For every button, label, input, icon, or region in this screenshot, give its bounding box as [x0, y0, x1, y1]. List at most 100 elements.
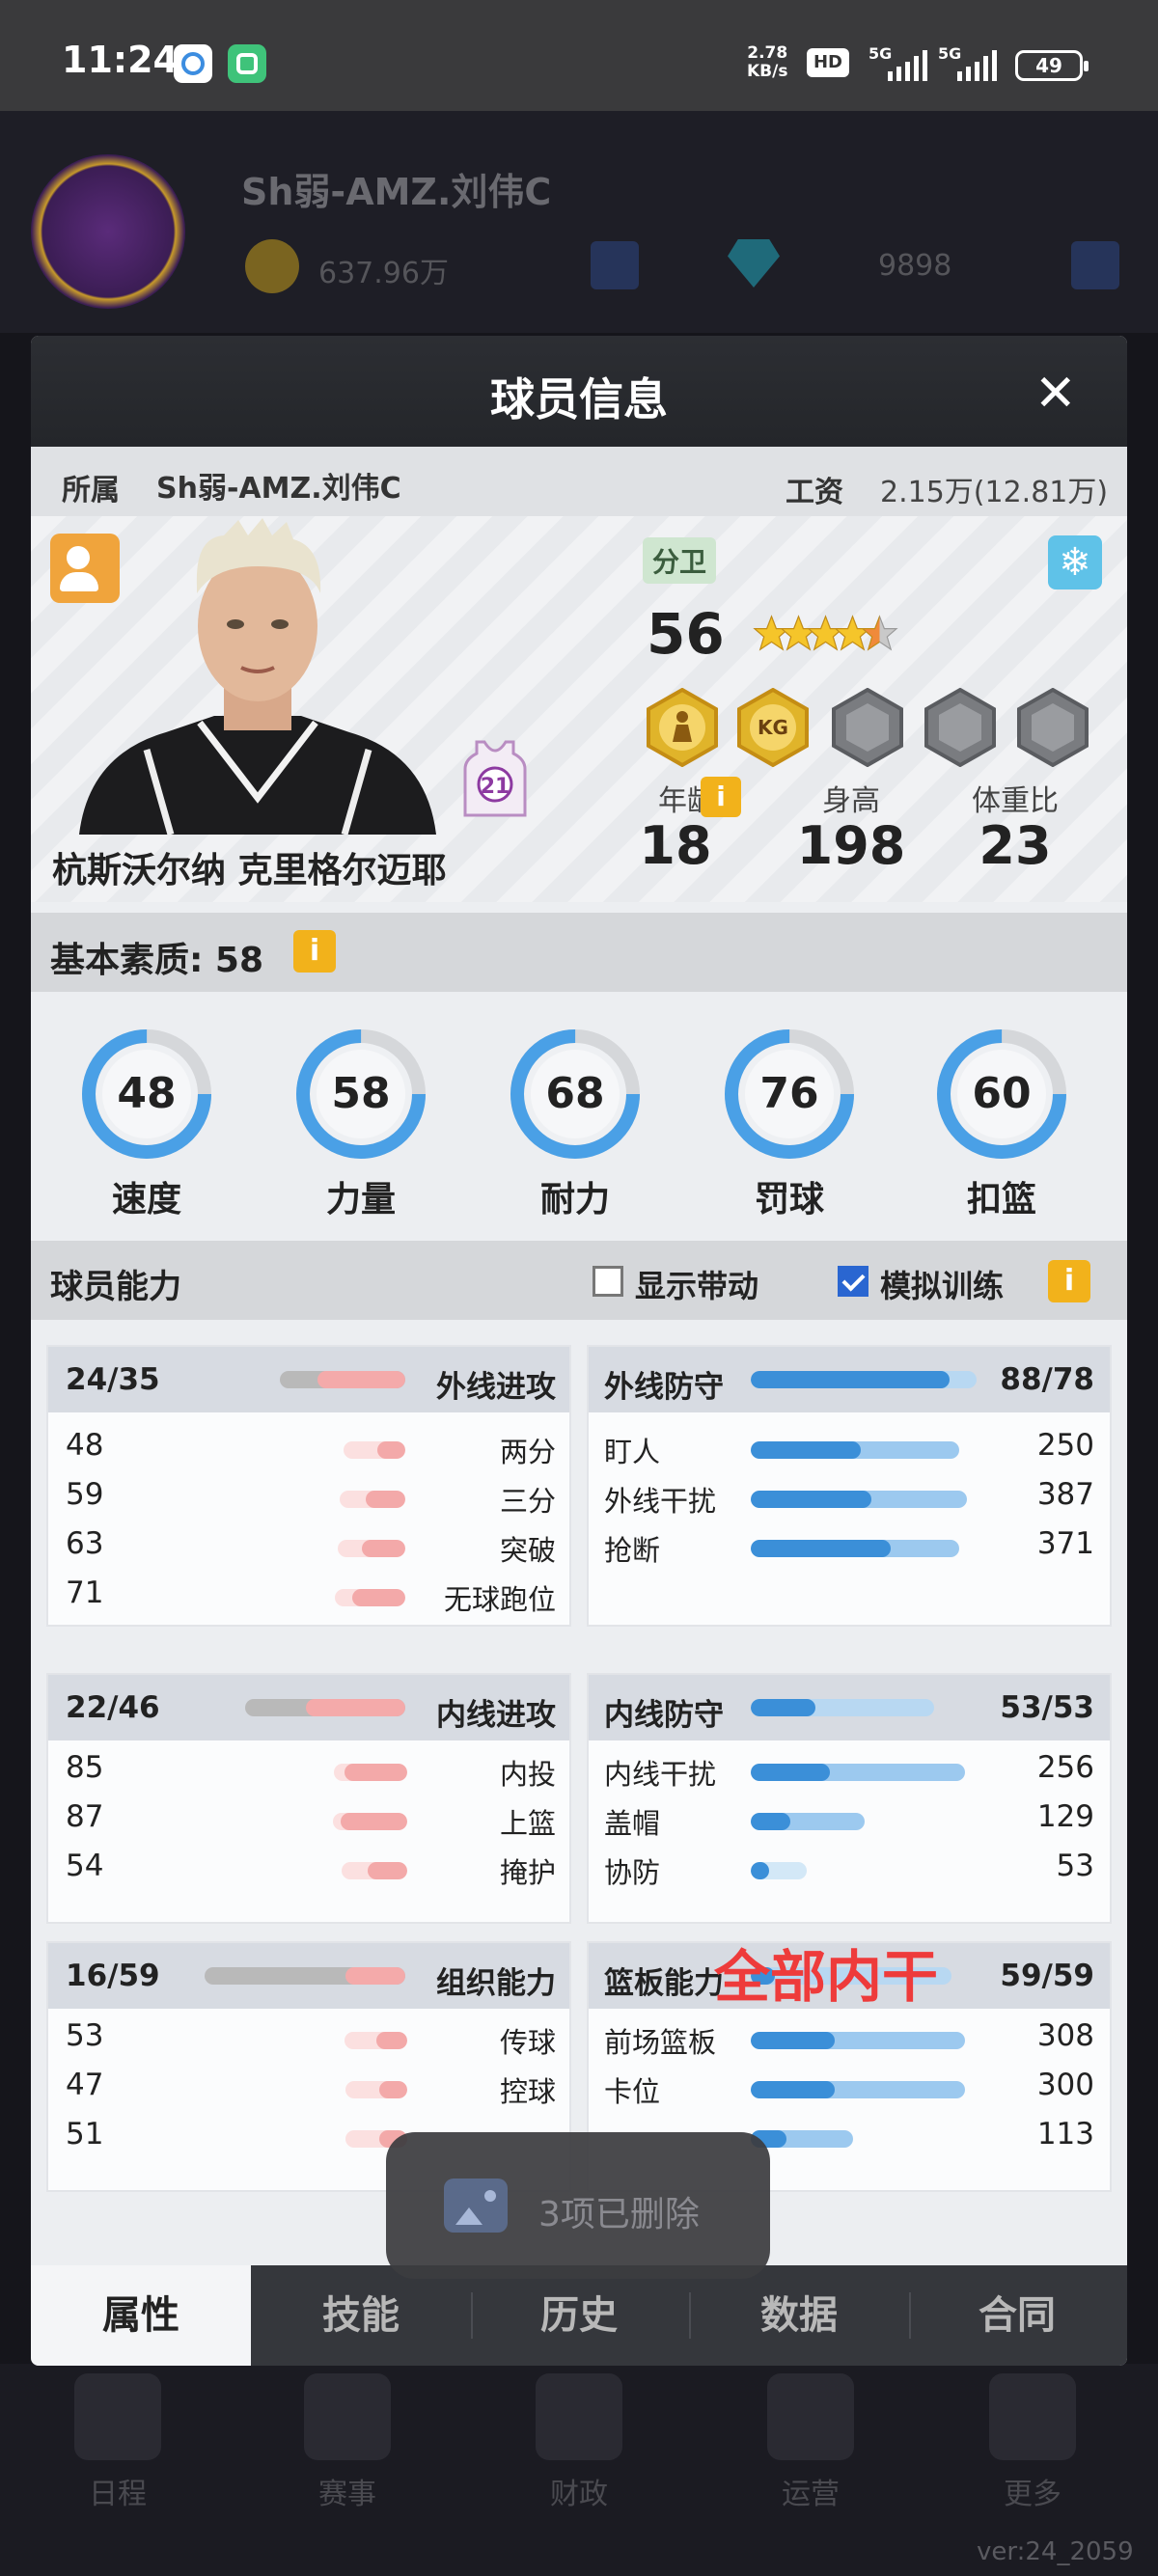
stat-ring: 48	[82, 1029, 211, 1159]
add-coin-button	[591, 241, 639, 289]
position-badge: 分卫	[643, 537, 717, 584]
ability-card: 88/78 外线防守 250 盯人 387 外线干扰 371 抢断	[587, 1345, 1112, 1627]
empty-badge-icon	[924, 688, 996, 767]
stat-value: 48	[117, 1069, 176, 1118]
ability-card-header: 53/53 内线防守	[589, 1675, 1110, 1740]
signal-icon: 5G	[938, 44, 1004, 81]
star-rating	[753, 615, 898, 651]
sim-training-checkbox[interactable]	[838, 1266, 868, 1297]
stat-ring: 58	[296, 1029, 426, 1159]
ability-row-bar	[751, 1441, 959, 1459]
signal-icon: 5G	[868, 44, 934, 81]
stat-label: 扣篮	[966, 1180, 1036, 1219]
team-salary-row: 所属 Sh弱-AMZ.刘伟C 工资 2.15万(12.81万)	[31, 447, 1127, 516]
age-value: 18	[639, 815, 712, 876]
stat-label: 速度	[111, 1180, 181, 1219]
stat-label: 罚球	[754, 1180, 824, 1219]
ability-row-value: 54	[66, 1849, 104, 1883]
toast: 3项已删除	[386, 2132, 770, 2279]
ability-row-label: 外线干扰	[604, 1485, 717, 1518]
ability-row-bar	[751, 2130, 853, 2148]
show-drive-label[interactable]: 显示带动	[635, 1262, 758, 1306]
trophy-icon	[304, 2373, 391, 2460]
ability-row-value: 371	[1036, 1526, 1094, 1561]
ability-row-bar	[340, 1491, 405, 1508]
ability-row-bar	[751, 1813, 865, 1830]
ability-row-value: 53	[1056, 1849, 1094, 1883]
add-gem-button	[1071, 241, 1119, 289]
info-icon[interactable]: i	[293, 930, 336, 973]
status-time: 11:24	[62, 39, 179, 81]
message-app-icon	[174, 44, 212, 83]
tab-attributes[interactable]: 属性	[31, 2265, 251, 2366]
annotation-text: 全部内干	[714, 1944, 939, 2010]
player-info-dialog: 球员信息 ✕ 所属 Sh弱-AMZ.刘伟C 工资 2.15万(12.81万) 2…	[31, 336, 1127, 2366]
dialog-header: 球员信息 ✕	[31, 336, 1127, 447]
ability-label: 球员能力	[50, 1268, 181, 1306]
star-icon	[834, 615, 871, 651]
battery-icon: 49	[1015, 50, 1089, 81]
star-icon	[780, 615, 817, 651]
tab-contract[interactable]: 合同	[907, 2265, 1127, 2366]
ability-row-bar	[751, 1764, 965, 1781]
ability-row-value: 300	[1036, 2068, 1094, 2102]
calendar-icon	[74, 2373, 161, 2460]
ability-score: 22/46	[66, 1690, 160, 1725]
svg-text:KG: KG	[758, 716, 788, 739]
weight-value: 23	[979, 815, 1052, 876]
stat-value: 60	[972, 1069, 1031, 1118]
show-drive-checkbox[interactable]	[593, 1266, 623, 1297]
ability-row-bar	[338, 1540, 405, 1557]
version-label: ver:24_2059	[977, 2537, 1134, 2566]
coin-icon	[245, 239, 299, 293]
info-icon[interactable]: i	[701, 777, 741, 817]
ability-row-label: 盯人	[604, 1436, 661, 1468]
ability-score: 88/78	[1000, 1362, 1094, 1397]
ability-row-value: 308	[1036, 2018, 1094, 2053]
nav-finance: 财政	[521, 2373, 637, 2512]
finance-icon	[536, 2373, 622, 2460]
player-name: 杭斯沃尔纳 克里格尔迈耶	[52, 851, 447, 891]
ability-row-label: 三分	[499, 1485, 556, 1518]
nav-events: 赛事	[290, 2373, 405, 2512]
close-icon[interactable]: ✕	[1034, 365, 1077, 423]
star-icon	[861, 615, 898, 651]
ability-title: 组织能力	[436, 1966, 556, 2001]
player-badge-icon	[647, 688, 718, 767]
ability-row-label: 内投	[499, 1758, 556, 1791]
ability-row-label: 盖帽	[604, 1807, 661, 1840]
ability-card: 22/46 内线进攻 85 内投 87 上篮 54 掩护	[46, 1673, 571, 1924]
ability-title: 篮板能力	[604, 1966, 724, 2001]
ability-row-value: 85	[66, 1750, 104, 1785]
ability-row-value: 71	[66, 1576, 104, 1610]
ability-row-bar	[342, 1862, 407, 1879]
ability-row-label: 抢断	[604, 1534, 661, 1567]
ability-card-header: 16/59 组织能力	[48, 1943, 569, 2009]
jersey-icon: 21	[463, 740, 527, 817]
ability-score: 24/35	[66, 1362, 160, 1397]
hd-voice-icon: HD	[807, 48, 849, 77]
weight-label: 体重比	[972, 784, 1059, 818]
tab-skills[interactable]: 技能	[251, 2265, 471, 2366]
ability-title: 内线防守	[604, 1698, 724, 1733]
stat-value: 68	[545, 1069, 604, 1118]
snowflake-icon[interactable]: ❄	[1048, 535, 1102, 589]
ability-row-value: 59	[66, 1477, 104, 1512]
height-value: 198	[796, 815, 906, 876]
alarm-app-icon	[228, 44, 266, 83]
ability-row-label: 控球	[499, 2075, 556, 2108]
stat-ring: 68	[510, 1029, 640, 1159]
status-bar: 11:24 2.78 KB/s HD 5G 5G 49	[0, 0, 1158, 111]
tab-data[interactable]: 数据	[689, 2265, 909, 2366]
grid-icon	[989, 2373, 1076, 2460]
ability-score: 59/59	[1000, 1959, 1094, 1993]
ability-card: 53/53 内线防守 256 内线干扰 129 盖帽 53 协防	[587, 1673, 1112, 1924]
ability-row-value: 87	[66, 1799, 104, 1834]
star-icon	[753, 615, 790, 651]
basic-quality-bar: 基本素质: 58	[31, 913, 1127, 992]
star-icon	[807, 615, 844, 651]
info-icon[interactable]: i	[1048, 1260, 1090, 1302]
ability-row-value: 51	[66, 2117, 104, 2151]
sim-training-label[interactable]: 模拟训练	[880, 1262, 1004, 1306]
tab-history[interactable]: 历史	[469, 2265, 689, 2366]
